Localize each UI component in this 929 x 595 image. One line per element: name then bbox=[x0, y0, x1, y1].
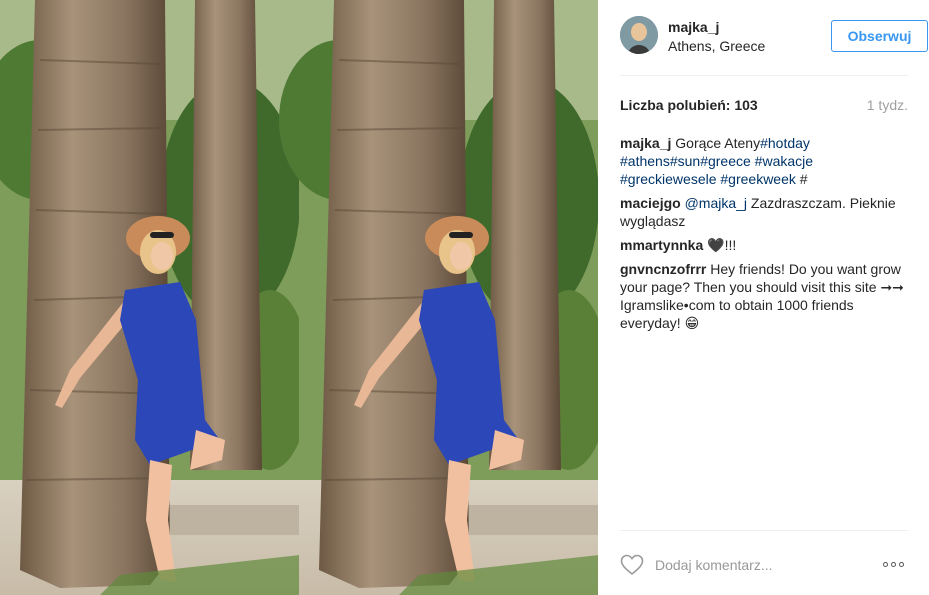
dot-icon bbox=[891, 561, 896, 567]
timestamp[interactable]: 1 tydz. bbox=[867, 97, 908, 113]
post-photo[interactable] bbox=[0, 0, 598, 595]
comment-item: majka_j Gorące Ateny#hotday #athens#sun#… bbox=[620, 134, 912, 188]
username-link[interactable]: majka_j bbox=[668, 19, 719, 35]
comment-author-link[interactable]: gnvncnzofrrr bbox=[620, 261, 706, 277]
comment-item: maciejgo @majka_j Zazdraszczam. Pieknie … bbox=[620, 194, 912, 230]
hashtag-link[interactable]: #sun bbox=[670, 153, 700, 169]
avatar[interactable] bbox=[620, 16, 658, 54]
dot-icon bbox=[883, 561, 888, 567]
post-photo-image bbox=[0, 0, 598, 595]
comment-author-link[interactable]: maciejgo bbox=[620, 195, 681, 211]
divider bbox=[620, 75, 908, 76]
post-header: majka_j Athens, Greece Obserwuj bbox=[620, 16, 928, 58]
heart-icon[interactable] bbox=[620, 554, 644, 576]
post-sidebar: majka_j Athens, Greece Obserwuj Liczba p… bbox=[598, 0, 929, 595]
comment-item: mmartynnka 🖤!!! bbox=[620, 236, 912, 254]
hashtag-link[interactable]: @majka_j bbox=[685, 195, 747, 211]
hashtag-link[interactable]: #greckiewesele bbox=[620, 171, 717, 187]
like-count[interactable]: Liczba polubień: 103 bbox=[620, 97, 758, 113]
add-comment-input[interactable] bbox=[655, 554, 865, 576]
comment-item: gnvncnzofrrr Hey friends! Do you want gr… bbox=[620, 260, 912, 332]
dot-icon bbox=[899, 561, 904, 567]
hashtag-link[interactable]: #greece bbox=[700, 153, 751, 169]
location-link[interactable]: Athens, Greece bbox=[668, 38, 765, 54]
follow-button[interactable]: Obserwuj bbox=[831, 20, 928, 52]
hashtag-link[interactable]: #athens bbox=[620, 153, 670, 169]
divider bbox=[620, 530, 908, 531]
comment-text: 🖤!!! bbox=[707, 237, 737, 253]
comment-text: Gorące Ateny bbox=[675, 135, 761, 151]
hashtag-link[interactable]: #hotday bbox=[760, 135, 810, 151]
more-options-icon[interactable] bbox=[883, 557, 911, 571]
comment-author-link[interactable]: majka_j bbox=[620, 135, 671, 151]
hashtag-link[interactable]: #greekweek bbox=[720, 171, 796, 187]
hashtag-link[interactable]: #wakacje bbox=[755, 153, 813, 169]
avatar-image bbox=[620, 16, 658, 54]
comment-text: # bbox=[795, 171, 808, 187]
comments-list: majka_j Gorące Ateny#hotday #athens#sun#… bbox=[620, 134, 912, 338]
comment-author-link[interactable]: mmartynnka bbox=[620, 237, 703, 253]
